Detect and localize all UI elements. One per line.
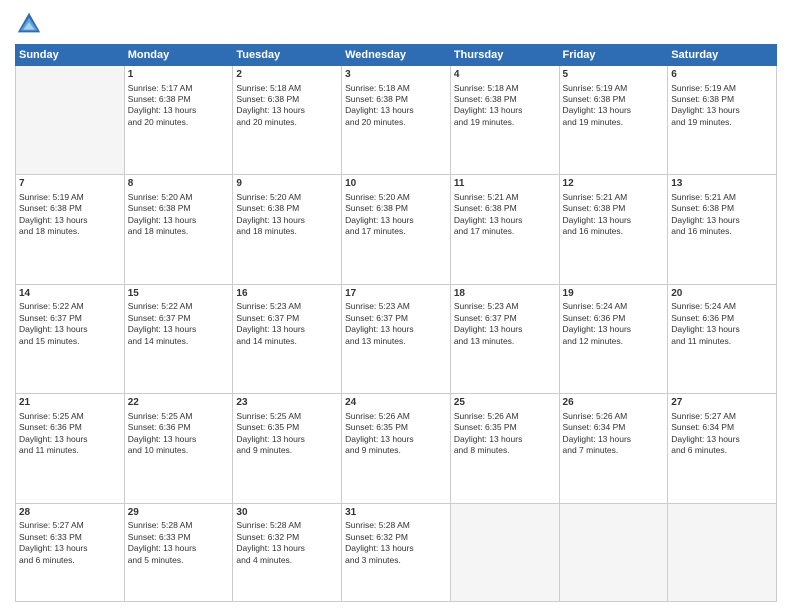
calendar-header-friday: Friday (559, 45, 668, 66)
day-number: 15 (128, 287, 230, 301)
day-number: 3 (345, 68, 447, 82)
calendar-cell: 16Sunrise: 5:23 AMSunset: 6:37 PMDayligh… (233, 284, 342, 393)
calendar-cell: 15Sunrise: 5:22 AMSunset: 6:37 PMDayligh… (124, 284, 233, 393)
calendar-cell: 3Sunrise: 5:18 AMSunset: 6:38 PMDaylight… (342, 66, 451, 175)
calendar-cell: 18Sunrise: 5:23 AMSunset: 6:37 PMDayligh… (450, 284, 559, 393)
calendar-cell: 8Sunrise: 5:20 AMSunset: 6:38 PMDaylight… (124, 175, 233, 284)
day-number: 14 (19, 287, 121, 301)
calendar-cell: 4Sunrise: 5:18 AMSunset: 6:38 PMDaylight… (450, 66, 559, 175)
calendar-cell: 30Sunrise: 5:28 AMSunset: 6:32 PMDayligh… (233, 503, 342, 601)
day-number: 10 (345, 177, 447, 191)
calendar-cell: 27Sunrise: 5:27 AMSunset: 6:34 PMDayligh… (668, 394, 777, 503)
calendar-cell: 13Sunrise: 5:21 AMSunset: 6:38 PMDayligh… (668, 175, 777, 284)
calendar: SundayMondayTuesdayWednesdayThursdayFrid… (15, 44, 777, 602)
week-row-4: 21Sunrise: 5:25 AMSunset: 6:36 PMDayligh… (16, 394, 777, 503)
day-number: 21 (19, 396, 121, 410)
day-number: 12 (563, 177, 665, 191)
calendar-cell: 6Sunrise: 5:19 AMSunset: 6:38 PMDaylight… (668, 66, 777, 175)
calendar-header-wednesday: Wednesday (342, 45, 451, 66)
day-number: 1 (128, 68, 230, 82)
week-row-1: 1Sunrise: 5:17 AMSunset: 6:38 PMDaylight… (16, 66, 777, 175)
calendar-cell: 28Sunrise: 5:27 AMSunset: 6:33 PMDayligh… (16, 503, 125, 601)
day-number: 5 (563, 68, 665, 82)
logo (15, 10, 47, 38)
day-number: 17 (345, 287, 447, 301)
day-number: 4 (454, 68, 556, 82)
calendar-cell: 2Sunrise: 5:18 AMSunset: 6:38 PMDaylight… (233, 66, 342, 175)
calendar-cell (559, 503, 668, 601)
day-number: 27 (671, 396, 773, 410)
calendar-header-saturday: Saturday (668, 45, 777, 66)
day-number: 23 (236, 396, 338, 410)
calendar-cell: 26Sunrise: 5:26 AMSunset: 6:34 PMDayligh… (559, 394, 668, 503)
calendar-cell (450, 503, 559, 601)
page: SundayMondayTuesdayWednesdayThursdayFrid… (0, 0, 792, 612)
day-number: 7 (19, 177, 121, 191)
day-number: 16 (236, 287, 338, 301)
day-number: 18 (454, 287, 556, 301)
day-number: 8 (128, 177, 230, 191)
day-number: 31 (345, 506, 447, 520)
day-number: 26 (563, 396, 665, 410)
calendar-header-thursday: Thursday (450, 45, 559, 66)
week-row-5: 28Sunrise: 5:27 AMSunset: 6:33 PMDayligh… (16, 503, 777, 601)
day-number: 13 (671, 177, 773, 191)
calendar-cell: 9Sunrise: 5:20 AMSunset: 6:38 PMDaylight… (233, 175, 342, 284)
calendar-cell: 24Sunrise: 5:26 AMSunset: 6:35 PMDayligh… (342, 394, 451, 503)
calendar-cell: 5Sunrise: 5:19 AMSunset: 6:38 PMDaylight… (559, 66, 668, 175)
day-number: 24 (345, 396, 447, 410)
day-number: 22 (128, 396, 230, 410)
calendar-cell: 31Sunrise: 5:28 AMSunset: 6:32 PMDayligh… (342, 503, 451, 601)
calendar-cell (668, 503, 777, 601)
calendar-cell: 14Sunrise: 5:22 AMSunset: 6:37 PMDayligh… (16, 284, 125, 393)
calendar-cell: 19Sunrise: 5:24 AMSunset: 6:36 PMDayligh… (559, 284, 668, 393)
week-row-3: 14Sunrise: 5:22 AMSunset: 6:37 PMDayligh… (16, 284, 777, 393)
week-row-2: 7Sunrise: 5:19 AMSunset: 6:38 PMDaylight… (16, 175, 777, 284)
day-number: 25 (454, 396, 556, 410)
calendar-header-monday: Monday (124, 45, 233, 66)
day-number: 20 (671, 287, 773, 301)
day-number: 6 (671, 68, 773, 82)
calendar-cell: 1Sunrise: 5:17 AMSunset: 6:38 PMDaylight… (124, 66, 233, 175)
calendar-cell (16, 66, 125, 175)
day-number: 11 (454, 177, 556, 191)
calendar-cell: 10Sunrise: 5:20 AMSunset: 6:38 PMDayligh… (342, 175, 451, 284)
day-number: 2 (236, 68, 338, 82)
calendar-cell: 17Sunrise: 5:23 AMSunset: 6:37 PMDayligh… (342, 284, 451, 393)
calendar-header-tuesday: Tuesday (233, 45, 342, 66)
calendar-cell: 21Sunrise: 5:25 AMSunset: 6:36 PMDayligh… (16, 394, 125, 503)
calendar-cell: 22Sunrise: 5:25 AMSunset: 6:36 PMDayligh… (124, 394, 233, 503)
calendar-cell: 23Sunrise: 5:25 AMSunset: 6:35 PMDayligh… (233, 394, 342, 503)
day-number: 9 (236, 177, 338, 191)
day-number: 29 (128, 506, 230, 520)
calendar-header-sunday: Sunday (16, 45, 125, 66)
calendar-cell: 25Sunrise: 5:26 AMSunset: 6:35 PMDayligh… (450, 394, 559, 503)
day-number: 28 (19, 506, 121, 520)
calendar-cell: 7Sunrise: 5:19 AMSunset: 6:38 PMDaylight… (16, 175, 125, 284)
calendar-cell: 12Sunrise: 5:21 AMSunset: 6:38 PMDayligh… (559, 175, 668, 284)
logo-icon (15, 10, 43, 38)
calendar-cell: 20Sunrise: 5:24 AMSunset: 6:36 PMDayligh… (668, 284, 777, 393)
calendar-cell: 29Sunrise: 5:28 AMSunset: 6:33 PMDayligh… (124, 503, 233, 601)
calendar-cell: 11Sunrise: 5:21 AMSunset: 6:38 PMDayligh… (450, 175, 559, 284)
calendar-header-row: SundayMondayTuesdayWednesdayThursdayFrid… (16, 45, 777, 66)
day-number: 19 (563, 287, 665, 301)
day-number: 30 (236, 506, 338, 520)
header (15, 10, 777, 38)
